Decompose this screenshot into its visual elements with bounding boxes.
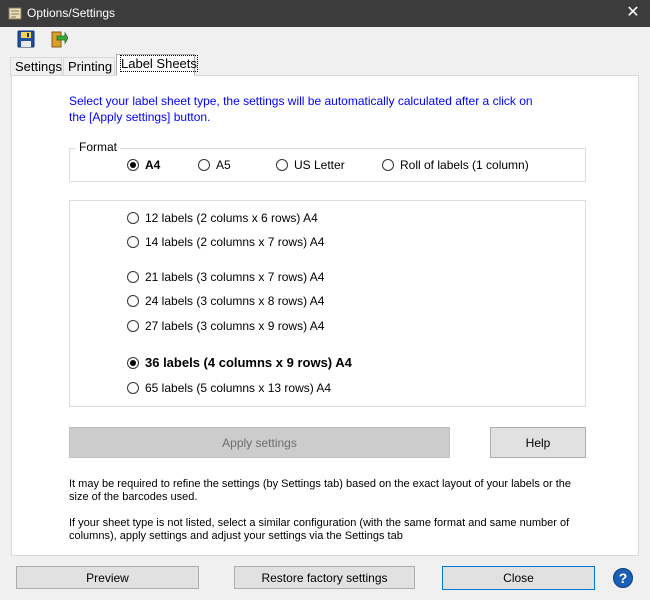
- sheet-option-21[interactable]: 21 labels (3 columns x 7 rows) A4: [127, 270, 324, 284]
- radio-unselected-icon: [127, 382, 139, 394]
- format-roll-label: Roll of labels (1 column): [400, 158, 529, 172]
- sheet-type-group: 12 labels (2 colums x 6 rows) A4 14 labe…: [69, 200, 586, 407]
- preview-button[interactable]: Preview: [16, 566, 199, 589]
- save-button[interactable]: [16, 29, 38, 51]
- sheet-option-36[interactable]: 36 labels (4 columns x 9 rows) A4: [127, 355, 352, 370]
- format-legend: Format: [76, 140, 121, 154]
- sheet-option-label: 24 labels (3 columns x 8 rows) A4: [145, 294, 325, 308]
- title-bar: Options/Settings ✕: [0, 0, 650, 27]
- radio-unselected-icon: [127, 236, 139, 248]
- refine-note: It may be required to refine the setting…: [69, 478, 572, 503]
- format-a5-radio[interactable]: A5: [198, 158, 231, 172]
- format-us-letter-label: US Letter: [294, 158, 345, 172]
- tab-label-sheets-label: Label Sheets: [120, 55, 198, 72]
- radio-unselected-icon: [276, 159, 288, 171]
- not-listed-note: If your sheet type is not listed, select…: [69, 517, 570, 542]
- window-title: Options/Settings: [27, 6, 116, 20]
- window-close-button[interactable]: ✕: [622, 2, 644, 24]
- format-us-letter-radio[interactable]: US Letter: [276, 158, 345, 172]
- sheet-option-12[interactable]: 12 labels (2 colums x 6 rows) A4: [127, 211, 318, 225]
- tab-settings-label: Settings: [15, 59, 62, 74]
- sheet-option-27[interactable]: 27 labels (3 columns x 9 rows) A4: [127, 319, 324, 333]
- sheet-option-24[interactable]: 24 labels (3 columns x 8 rows) A4: [127, 294, 324, 308]
- help-button[interactable]: Help: [490, 427, 586, 458]
- format-a4-label: A4: [145, 158, 161, 172]
- import-button[interactable]: [48, 29, 70, 51]
- radio-selected-icon: [127, 356, 139, 369]
- sheet-option-65[interactable]: 65 labels (5 columns x 13 rows) A4: [127, 381, 331, 395]
- radio-unselected-icon: [198, 159, 210, 171]
- apply-settings-button[interactable]: Apply settings: [69, 427, 450, 458]
- toolbar: [0, 27, 650, 53]
- sheet-option-label: 27 labels (3 columns x 9 rows) A4: [145, 319, 325, 333]
- format-roll-radio[interactable]: Roll of labels (1 column): [382, 158, 529, 172]
- sheet-option-label: 21 labels (3 columns x 7 rows) A4: [145, 270, 325, 284]
- radio-selected-icon: [127, 159, 139, 171]
- radio-unselected-icon: [382, 159, 394, 171]
- radio-unselected-icon: [127, 320, 139, 332]
- radio-unselected-icon: [127, 212, 139, 224]
- radio-unselected-icon: [127, 295, 139, 307]
- sheet-option-label: 65 labels (5 columns x 13 rows) A4: [145, 381, 332, 395]
- close-button[interactable]: Close: [442, 566, 595, 590]
- format-a4-radio[interactable]: A4: [127, 158, 160, 172]
- tab-printing[interactable]: Printing: [63, 57, 115, 76]
- tab-label-sheets[interactable]: Label Sheets: [116, 54, 198, 76]
- settings-app-icon: [8, 7, 22, 20]
- sheet-option-label: 12 labels (2 colums x 6 rows) A4: [145, 211, 318, 225]
- floppy-disk-save-icon: [17, 30, 35, 48]
- help-question-icon[interactable]: ?: [613, 568, 633, 588]
- sheet-option-label: 14 labels (2 columns x 7 rows) A4: [145, 235, 325, 249]
- radio-unselected-icon: [127, 271, 139, 283]
- import-arrow-icon: [51, 31, 69, 48]
- intro-text: Select your label sheet type, the settin…: [69, 94, 533, 124]
- sheet-option-14[interactable]: 14 labels (2 columns x 7 rows) A4: [127, 235, 324, 249]
- label-sheets-panel: Select your label sheet type, the settin…: [11, 75, 639, 556]
- restore-factory-settings-button[interactable]: Restore factory settings: [234, 566, 415, 589]
- format-group: Format A4 A5 US Letter Roll of labels (1…: [69, 140, 586, 182]
- tab-printing-label: Printing: [68, 59, 113, 74]
- format-a5-label: A5: [216, 158, 231, 172]
- sheet-option-label: 36 labels (4 columns x 9 rows) A4: [145, 355, 352, 370]
- tab-settings[interactable]: Settings: [10, 57, 62, 76]
